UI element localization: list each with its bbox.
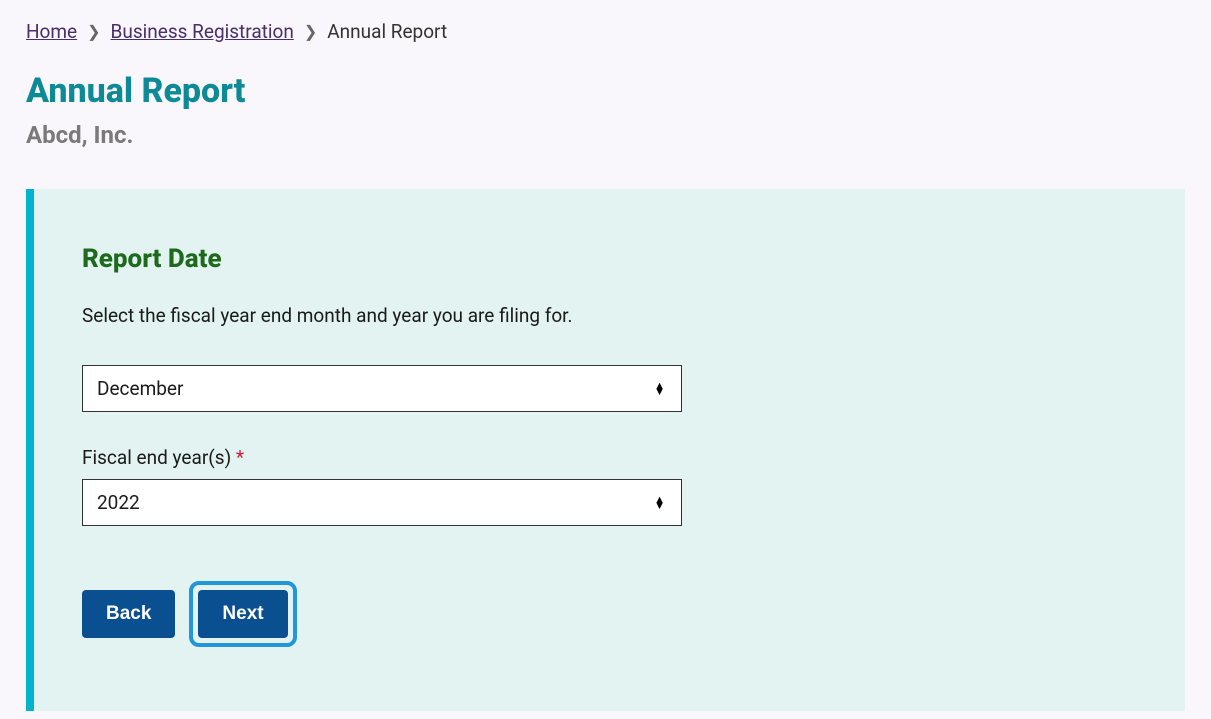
next-button[interactable]: Next [198,590,287,638]
month-select[interactable]: December ▲▼ [82,365,682,412]
stepper-icon: ▲▼ [654,497,665,509]
breadcrumb-home-link[interactable]: Home [26,20,77,43]
page-title: Annual Report [26,71,1185,111]
month-select-value: December [83,366,681,411]
breadcrumb: Home ❯ Business Registration ❯ Annual Re… [26,20,1185,43]
back-button[interactable]: Back [82,590,175,638]
breadcrumb-business-link[interactable]: Business Registration [111,20,294,43]
chevron-right-icon: ❯ [87,22,100,41]
year-label-text: Fiscal end year(s) [82,446,231,469]
company-name: Abcd, Inc. [26,121,1185,149]
year-select-value: 2022 [83,480,681,525]
month-field: December ▲▼ [82,365,1137,412]
next-button-highlight: Next [189,581,296,647]
year-label: Fiscal end year(s) * [82,446,1137,469]
report-date-panel: Report Date Select the fiscal year end m… [26,189,1185,711]
required-indicator: * [236,446,244,469]
panel-heading: Report Date [82,244,1137,274]
stepper-icon: ▲▼ [654,383,665,395]
year-field: Fiscal end year(s) * 2022 ▲▼ [82,446,1137,526]
year-select[interactable]: 2022 ▲▼ [82,479,682,526]
button-row: Back Next [82,581,1137,647]
panel-instruction: Select the fiscal year end month and yea… [82,304,1137,327]
breadcrumb-current: Annual Report [327,20,447,43]
chevron-right-icon: ❯ [304,22,317,41]
